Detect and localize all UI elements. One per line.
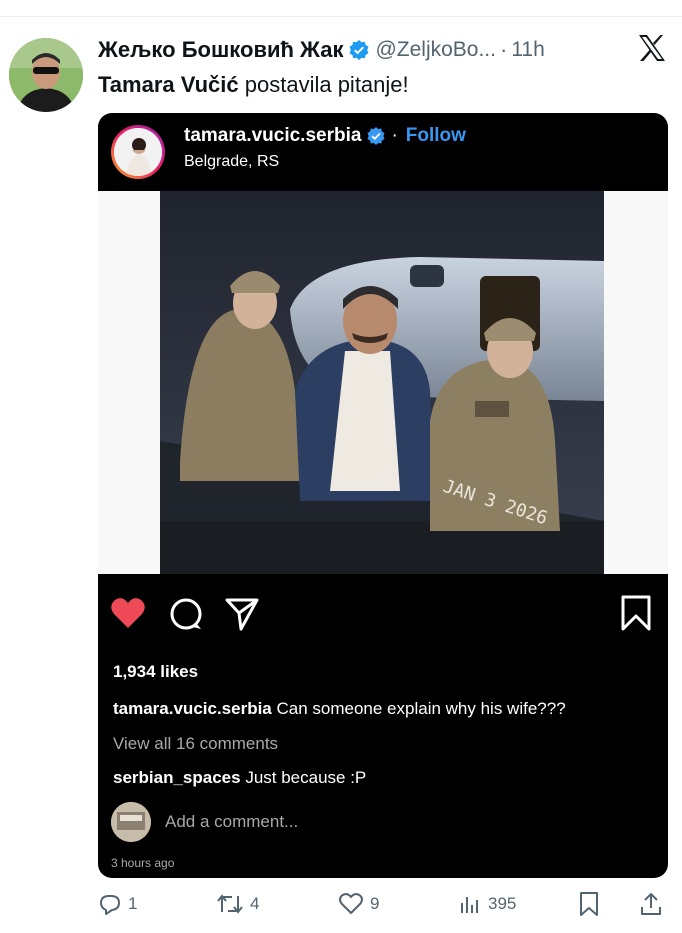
author-handle[interactable]: @ZeljkoBo... — [375, 38, 496, 62]
view-all-comments-link[interactable]: View all 16 comments — [113, 734, 278, 754]
reply-button[interactable]: 1 — [98, 888, 137, 920]
caption-username[interactable]: tamara.vucic.serbia — [113, 699, 272, 718]
post-image: JAN 3 2026 — [160, 191, 604, 574]
tweet-text: Tamara Vučić postavila pitanje! — [98, 72, 409, 98]
save-bookmark-icon[interactable] — [620, 594, 652, 637]
commenter-avatar — [111, 802, 151, 842]
ig-separator: · — [391, 125, 398, 146]
follow-button[interactable]: Follow — [406, 125, 466, 147]
repost-icon — [217, 894, 243, 914]
x-logo-icon — [636, 32, 668, 64]
mentioned-user[interactable]: Tamara Vučić — [98, 72, 239, 97]
share-paper-plane-icon[interactable] — [224, 596, 260, 637]
repost-button[interactable]: 4 — [216, 888, 259, 920]
tweet-time[interactable]: 11h — [511, 38, 544, 62]
add-comment-input[interactable]: Add a comment... — [165, 812, 298, 832]
share-button[interactable] — [639, 888, 669, 920]
like-heart-icon[interactable] — [110, 596, 146, 635]
heart-outline-icon — [339, 893, 363, 914]
bookmark-button[interactable] — [578, 888, 606, 920]
ig-location[interactable]: Belgrade, RS — [184, 153, 279, 171]
post-photo[interactable]: JAN 3 2026 — [98, 191, 668, 574]
reply-count: 1 — [128, 894, 138, 913]
author-name[interactable]: Жељко Бошковић Жак — [98, 37, 343, 63]
views-button[interactable]: 395 — [458, 888, 516, 920]
header-separator: · — [499, 37, 508, 62]
ig-avatar[interactable] — [111, 125, 165, 179]
ig-header: tamara.vucic.serbia · Follow — [184, 125, 466, 147]
like-button[interactable]: 9 — [338, 888, 379, 920]
caption-text: Can someone explain why his wife??? — [271, 699, 566, 718]
posted-time: 3 hours ago — [111, 856, 175, 870]
tweet-header: Жељко Бошковић Жак @ZeljkoBo... · 11h — [98, 33, 668, 67]
verified-badge-icon — [349, 40, 369, 60]
ig-action-bar — [98, 588, 668, 638]
reply-icon — [100, 895, 120, 915]
instagram-card[interactable]: tamara.vucic.serbia · Follow Belgrade, R… — [98, 113, 668, 878]
author-avatar[interactable] — [9, 38, 83, 112]
share-icon — [641, 893, 661, 915]
like-count-tweet: 9 — [370, 894, 380, 913]
like-count[interactable]: 1,934 likes — [113, 662, 198, 682]
views-chart-icon — [461, 897, 478, 913]
caption: tamara.vucic.serbia Can someone explain … — [113, 699, 566, 719]
add-comment-row[interactable]: Add a comment... — [111, 802, 298, 842]
ig-verified-icon — [367, 127, 386, 145]
ig-username[interactable]: tamara.vucic.serbia — [184, 125, 361, 147]
tweet-action-bar: 1 4 9 395 — [98, 888, 673, 920]
comment: serbian_spaces Just because :P — [113, 768, 366, 788]
comment-text: Just because :P — [240, 768, 367, 787]
view-count: 395 — [488, 894, 517, 913]
comment-bubble-icon[interactable] — [168, 596, 204, 637]
tweet-text-rest: postavila pitanje! — [238, 72, 409, 97]
bookmark-icon — [580, 892, 598, 916]
top-divider — [0, 16, 682, 17]
repost-count: 4 — [250, 894, 260, 913]
comment-username[interactable]: serbian_spaces — [113, 768, 241, 787]
